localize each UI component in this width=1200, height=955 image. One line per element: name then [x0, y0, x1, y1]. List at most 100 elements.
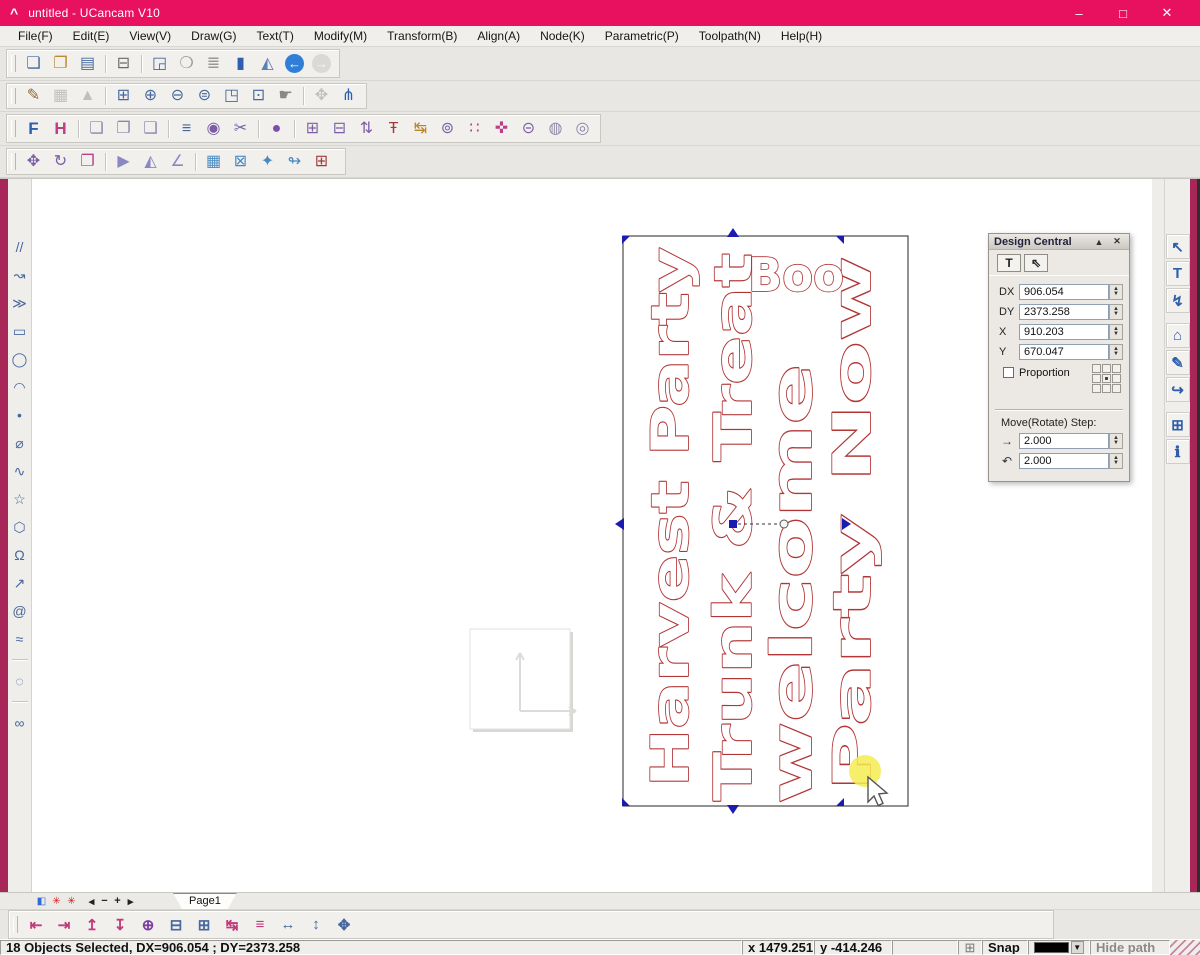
design-central-titlebar[interactable]: Design Central ▲ ✕ [989, 234, 1129, 250]
rotation-center-handle[interactable] [780, 520, 788, 528]
spinner[interactable]: ▲▼ [1109, 453, 1123, 469]
spinner[interactable]: ▲▼ [1109, 324, 1123, 340]
twist-icon[interactable]: ↬ [281, 149, 308, 175]
distort-icon[interactable]: ✦ [254, 149, 281, 175]
print-icon[interactable]: ⊟ [110, 51, 137, 77]
menu-item[interactable]: View(V) [119, 27, 181, 46]
spinner[interactable]: ▲▼ [1109, 344, 1123, 360]
shear-icon[interactable]: ∠ [164, 149, 191, 175]
page-remove-icon[interactable]: − [98, 895, 111, 908]
info-icon[interactable]: ℹ [1166, 439, 1190, 464]
resize-grip[interactable] [1170, 940, 1200, 955]
shade-3d-icon[interactable]: ∞ [9, 709, 31, 737]
fill-lines-icon[interactable]: ≡ [173, 116, 200, 142]
ruler-icon[interactable]: ▮ [227, 51, 254, 77]
undo-icon[interactable]: ← [281, 51, 308, 77]
note-icon[interactable]: ≣ [200, 51, 227, 77]
expand-icon[interactable]: ✜ [488, 116, 515, 142]
sheet-paste-icon[interactable]: ❐ [110, 116, 137, 142]
selection-handle-top[interactable] [727, 228, 739, 237]
menu-item[interactable]: Parametric(P) [595, 27, 689, 46]
color-dropdown-arrow[interactable]: ▼ [1071, 941, 1084, 954]
spinner[interactable]: ▲▼ [1109, 284, 1123, 300]
selection-handle-left[interactable] [615, 518, 624, 530]
rotate-icon[interactable]: ↻ [47, 149, 74, 175]
pan-icon[interactable]: ☛ [272, 83, 299, 109]
select-arrow-icon[interactable]: ↖ [1166, 234, 1190, 259]
center-in-page-icon[interactable]: ⊕ [134, 913, 162, 937]
new-file-icon[interactable]: ❏ [20, 51, 47, 77]
spinner[interactable]: ▲▼ [1109, 433, 1123, 449]
paintbrush-icon[interactable]: ✎ [20, 83, 47, 109]
spiral-tool-icon[interactable]: @ [9, 597, 31, 625]
closed-shape-tool-icon[interactable]: Ω [9, 541, 31, 569]
line-tool-icon[interactable]: // [9, 233, 31, 261]
space-horizontal-icon[interactable]: ↹ [218, 913, 246, 937]
zoom-page-icon[interactable]: ⊡ [245, 83, 272, 109]
polygon-tool-icon[interactable]: ⬡ [9, 513, 31, 541]
spline-tool-icon[interactable]: ∿ [9, 457, 31, 485]
zoom-object-icon[interactable]: ◳ [218, 83, 245, 109]
star-tool-icon[interactable]: ☆ [9, 485, 31, 513]
tab-transform[interactable]: T [997, 254, 1021, 272]
sheet-dup-icon[interactable]: ❑ [137, 116, 164, 142]
align-top-icon[interactable]: ↥ [78, 913, 106, 937]
engrave-icon[interactable]: ✎ [1166, 350, 1190, 375]
rotate-step-field[interactable]: 2.000 [1019, 453, 1109, 469]
page-tab[interactable]: Page1 [173, 893, 237, 909]
align-right-icon[interactable]: ⇥ [50, 913, 78, 937]
mirror-icon[interactable]: ▶ [110, 149, 137, 175]
x-field[interactable]: 910.203 [1019, 324, 1109, 340]
grid-toggle-icon[interactable]: ⊞ [958, 940, 982, 955]
show-board-icon[interactable]: ◲ [146, 51, 173, 77]
page-prev-icon[interactable]: ◂ [85, 895, 98, 908]
zoom-out-icon[interactable]: ⊖ [164, 83, 191, 109]
circle-array-icon[interactable]: ⊚ [434, 116, 461, 142]
zoom-window-icon[interactable]: ⊞ [110, 83, 137, 109]
row-array-icon[interactable]: ∷ [461, 116, 488, 142]
rectangle-tool-icon[interactable]: ▭ [9, 317, 31, 345]
trim-icon[interactable]: ✂ [227, 116, 254, 142]
envelope-icon[interactable]: ⊠ [227, 149, 254, 175]
measure-axis-icon[interactable]: ⋔ [335, 83, 362, 109]
selection-handle-bottom-right[interactable] [836, 798, 844, 806]
dx-field[interactable]: 906.054 [1019, 284, 1109, 300]
ellipse-tool-icon[interactable]: ◯ [9, 345, 31, 373]
y-field[interactable]: 670.047 [1019, 344, 1109, 360]
oval-icon[interactable]: ⊝ [515, 116, 542, 142]
sheet-copy-icon[interactable]: ❏ [83, 116, 110, 142]
size-box-h-icon[interactable]: ⊞ [299, 116, 326, 142]
tab-select[interactable]: ⇖ [1024, 254, 1048, 272]
flip-icon[interactable]: ◭ [137, 149, 164, 175]
word-outline-5[interactable]: Boo [748, 248, 844, 302]
selection-center-handle[interactable] [729, 520, 737, 528]
color-selector[interactable]: ▼ [1028, 940, 1090, 955]
selection-handle-bottom-left[interactable] [622, 798, 630, 806]
word-outline-3[interactable]: welcome [760, 364, 825, 804]
word-outline-4[interactable]: Party Now [823, 256, 883, 791]
light-icon-2[interactable]: ✳ [64, 896, 79, 907]
spinner[interactable]: ▲▼ [1109, 304, 1123, 320]
center-vertical-icon[interactable]: ⊞ [190, 913, 218, 937]
maximize-button[interactable]: □ [1114, 6, 1132, 21]
same-height-icon[interactable]: ↕ [302, 913, 330, 937]
save-icon[interactable]: ▤ [74, 51, 101, 77]
center-horizontal-icon[interactable]: ⊟ [162, 913, 190, 937]
hide-path-button[interactable]: Hide path [1090, 940, 1170, 955]
palette-icon[interactable]: ◍ [542, 116, 569, 142]
h-import-icon[interactable]: H [47, 116, 74, 142]
size-box-v-icon[interactable]: ⊟ [326, 116, 353, 142]
point-tool-icon[interactable]: • [9, 401, 31, 429]
same-size-icon[interactable]: ✥ [330, 913, 358, 937]
move-icon[interactable]: ✥ [20, 149, 47, 175]
emboss-icon[interactable]: ⌂ [1166, 323, 1190, 348]
minimize-button[interactable]: – [1070, 6, 1088, 21]
panel-close-button[interactable]: ✕ [1110, 236, 1124, 247]
menu-item[interactable]: Node(K) [530, 27, 595, 46]
selection-handle-bottom[interactable] [727, 805, 739, 814]
panel-collapse-button[interactable]: ▲ [1092, 237, 1106, 247]
array-box-icon[interactable]: ⊞ [308, 149, 335, 175]
menu-item[interactable]: Toolpath(N) [689, 27, 771, 46]
perspective-icon[interactable]: ▦ [200, 149, 227, 175]
menu-item[interactable]: Draw(G) [181, 27, 246, 46]
